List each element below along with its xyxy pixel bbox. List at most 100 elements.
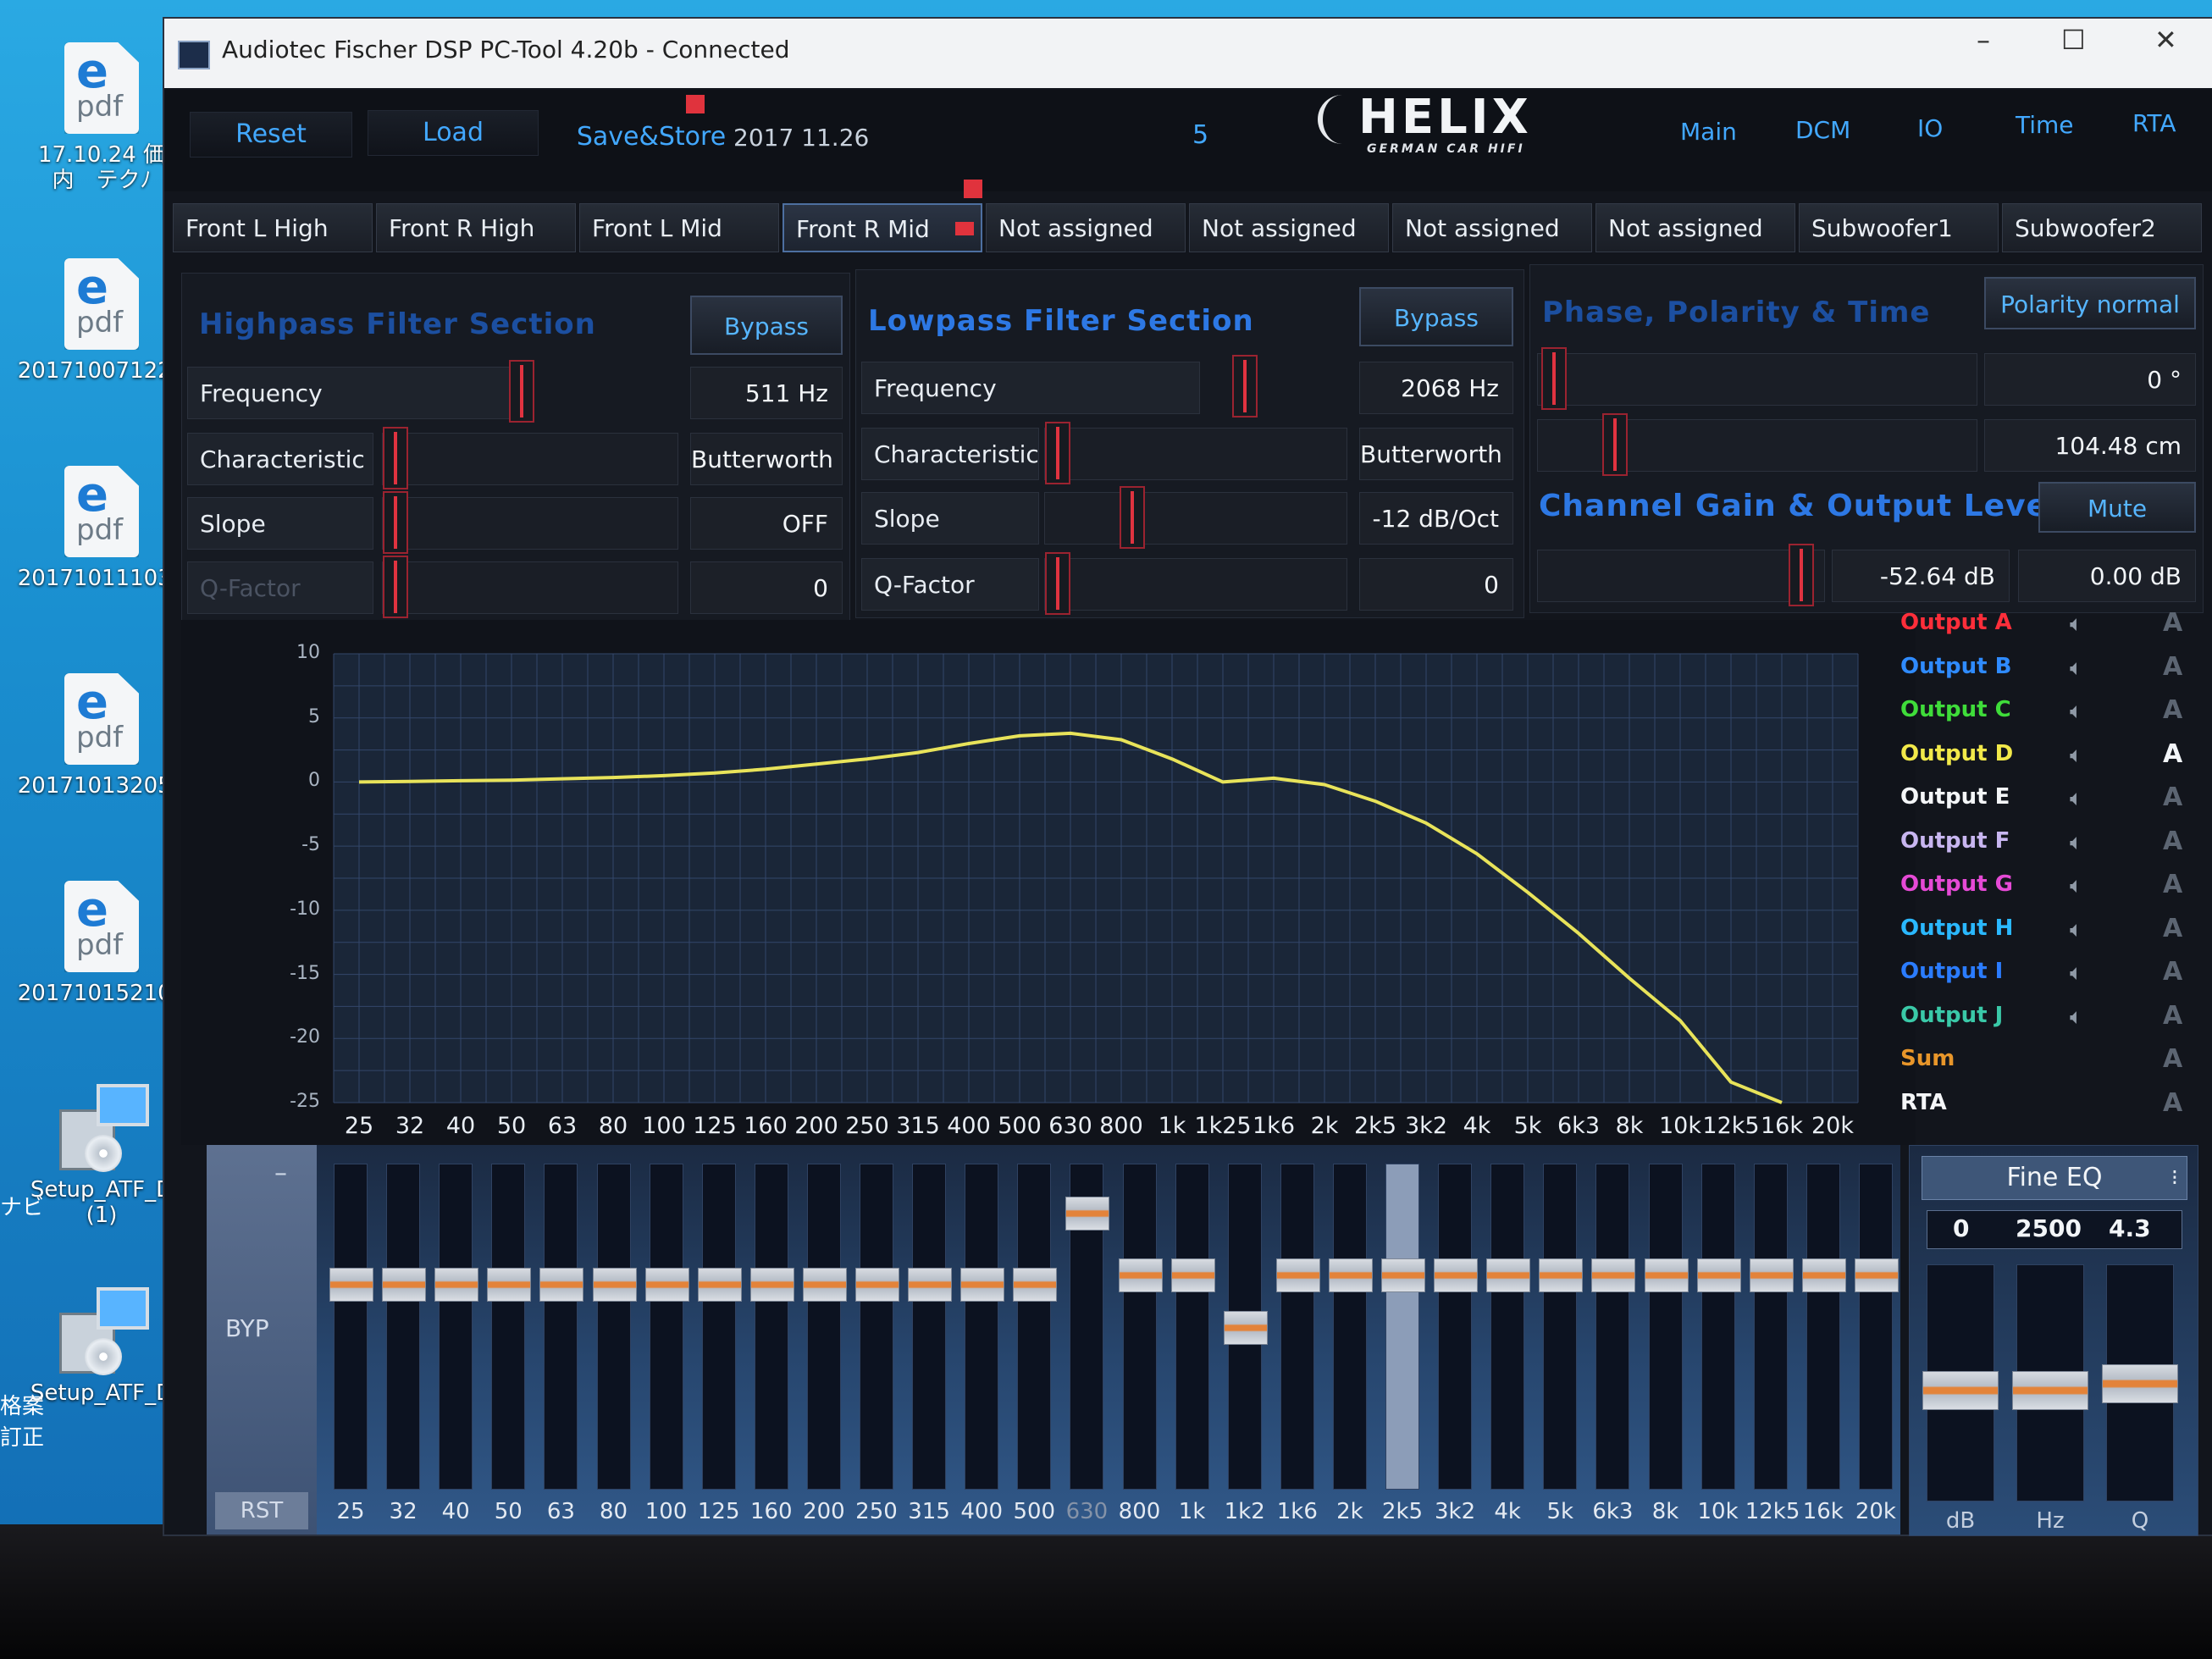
lowpass-characteristic-value[interactable]: Butterworth xyxy=(1359,428,1513,480)
eq-band-thumb[interactable] xyxy=(1118,1258,1163,1292)
output-a-toggle[interactable]: A xyxy=(2163,739,2182,769)
eq-band-thumb[interactable] xyxy=(1223,1310,1268,1345)
speaker-icon[interactable]: 🔈︎ xyxy=(2070,699,2083,725)
output-row[interactable]: Output A 🔈︎ A xyxy=(1900,603,2188,645)
fine-eq-hz-slider[interactable] xyxy=(2012,1264,2088,1501)
output-row[interactable]: Output I 🔈︎ A xyxy=(1900,952,2188,994)
output-row[interactable]: Sum A xyxy=(1900,1039,2188,1081)
speaker-icon[interactable]: 🔈︎ xyxy=(2070,830,2083,856)
eq-band-slider[interactable] xyxy=(382,1164,427,1490)
eq-band-thumb[interactable] xyxy=(1381,1258,1425,1292)
eq-band-thumb[interactable] xyxy=(855,1268,899,1302)
eq-band-thumb[interactable] xyxy=(539,1268,584,1302)
slider-thumb[interactable] xyxy=(1045,552,1070,615)
eq-band-slider[interactable] xyxy=(960,1164,1005,1490)
polarity-button[interactable]: Polarity normal xyxy=(1984,277,2196,329)
fine-eq-db-value[interactable]: 0 xyxy=(1953,1214,1969,1242)
channel-tab[interactable]: Not assigned xyxy=(1595,203,1795,252)
eq-band-slider[interactable] xyxy=(1539,1164,1584,1490)
lowpass-frequency-value[interactable]: 2068 Hz xyxy=(1359,362,1513,414)
channel-tab[interactable]: Subwoofer1 xyxy=(1799,203,1999,252)
speaker-icon[interactable]: 🔈︎ xyxy=(2070,960,2083,987)
channel-tab[interactable]: Front R High xyxy=(376,203,576,252)
eq-band-slider[interactable] xyxy=(855,1164,899,1490)
mute-button[interactable]: Mute xyxy=(2038,482,2196,533)
eq-band-thumb[interactable] xyxy=(1696,1258,1741,1292)
output-row[interactable]: Output C 🔈︎ A xyxy=(1900,690,2188,733)
output-a-toggle[interactable]: A xyxy=(2163,1001,2182,1031)
slider-thumb[interactable] xyxy=(1045,422,1070,484)
eq-band-slider[interactable] xyxy=(1749,1164,1794,1490)
speaker-icon[interactable]: 🔈︎ xyxy=(2070,1004,2083,1031)
fine-eq-thumb[interactable] xyxy=(1922,1371,1999,1411)
eq-band-thumb[interactable] xyxy=(908,1268,953,1302)
eq-band-slider[interactable] xyxy=(1275,1164,1320,1490)
gain-slider[interactable] xyxy=(1537,544,1825,606)
eq-band-slider[interactable] xyxy=(592,1164,637,1490)
fine-eq-db-slider[interactable] xyxy=(1922,1264,1999,1501)
highpass-frequency-slider[interactable] xyxy=(399,360,678,423)
output-name[interactable]: Sum xyxy=(1900,1046,1955,1071)
lowpass-qfactor-slider[interactable] xyxy=(1044,552,1347,615)
desktop-icon[interactable]: e pdf 201710132054 xyxy=(17,673,186,799)
nav-rta[interactable]: RTA xyxy=(2132,102,2176,146)
eq-band-slider[interactable] xyxy=(1854,1164,1899,1490)
highpass-frequency-value[interactable]: 511 Hz xyxy=(690,367,843,419)
eq-band-slider[interactable] xyxy=(697,1164,742,1490)
lowpass-qfactor-value[interactable]: 0 xyxy=(1359,558,1513,611)
highpass-qfactor-slider[interactable] xyxy=(382,556,678,618)
eq-band-thumb[interactable] xyxy=(1170,1258,1215,1292)
desktop-icon[interactable]: e pdf 17.10.24 価 内 テクﾉ xyxy=(17,42,186,193)
speaker-icon[interactable]: 🔈︎ xyxy=(2070,873,2083,899)
close-button[interactable]: ✕ xyxy=(2154,24,2177,56)
highpass-qfactor-value[interactable]: 0 xyxy=(690,561,843,614)
eq-band-slider[interactable] xyxy=(802,1164,847,1490)
eq-band-thumb[interactable] xyxy=(1539,1258,1584,1292)
gain-value[interactable]: -52.64 dB xyxy=(1832,550,2010,602)
time-slider[interactable] xyxy=(1537,413,1977,476)
output-a-toggle[interactable]: A xyxy=(2163,782,2182,812)
eq-band-slider[interactable] xyxy=(1591,1164,1636,1490)
lowpass-slope-slider[interactable] xyxy=(1044,486,1347,549)
output-name[interactable]: Output I xyxy=(1900,959,2003,984)
speaker-icon[interactable]: 🔈︎ xyxy=(2070,786,2083,812)
eq-reset-button[interactable]: RST xyxy=(215,1492,308,1529)
channel-tab[interactable]: Front L Mid xyxy=(579,203,779,252)
output-a-toggle[interactable]: A xyxy=(2163,1088,2182,1118)
phase-slider[interactable] xyxy=(1537,347,1977,410)
highpass-characteristic-slider[interactable] xyxy=(382,427,678,489)
eq-band-thumb[interactable] xyxy=(1644,1258,1689,1292)
eq-band-thumb[interactable] xyxy=(644,1268,689,1302)
output-a-toggle[interactable]: A xyxy=(2163,870,2182,899)
highpass-slope-slider[interactable] xyxy=(382,491,678,554)
slider-thumb[interactable] xyxy=(1541,347,1567,410)
output-name[interactable]: Output A xyxy=(1900,610,2012,635)
eq-collapse-button[interactable]: – xyxy=(274,1159,287,1188)
eq-band-slider[interactable] xyxy=(434,1164,479,1490)
eq-band-thumb[interactable] xyxy=(802,1268,847,1302)
eq-band-slider[interactable] xyxy=(1381,1164,1425,1490)
output-a-toggle[interactable]: A xyxy=(2163,957,2182,987)
eq-band-slider[interactable] xyxy=(644,1164,689,1490)
preset-number[interactable]: 5 xyxy=(1192,120,1208,150)
eq-mode-select[interactable]: Fine EQ ⁝ xyxy=(1922,1156,2187,1200)
highpass-bypass-button[interactable]: Bypass xyxy=(690,296,843,355)
minimize-button[interactable]: – xyxy=(1977,24,1990,56)
eq-band-thumb[interactable] xyxy=(1434,1258,1479,1292)
time-value[interactable]: 104.48 cm xyxy=(1984,419,2196,472)
speaker-icon[interactable]: 🔈︎ xyxy=(2070,743,2083,769)
fine-eq-thumb[interactable] xyxy=(2012,1371,2088,1411)
save-store-button[interactable]: Save&Store xyxy=(554,115,749,159)
reset-button[interactable]: Reset xyxy=(190,112,352,158)
nav-main[interactable]: Main xyxy=(1680,110,1737,154)
channel-tab[interactable]: Not assigned xyxy=(986,203,1186,252)
eq-band-slider[interactable] xyxy=(749,1164,794,1490)
nav-io[interactable]: IO xyxy=(1917,107,1943,151)
speaker-icon[interactable]: 🔈︎ xyxy=(2070,917,2083,943)
slider-thumb[interactable] xyxy=(1120,486,1145,549)
eq-band-thumb[interactable] xyxy=(960,1268,1005,1302)
eq-band-thumb[interactable] xyxy=(592,1268,637,1302)
channel-tab[interactable]: Not assigned xyxy=(1189,203,1389,252)
desktop-icon[interactable]: e pdf 201710152105 xyxy=(17,881,186,1006)
lowpass-bypass-button[interactable]: Bypass xyxy=(1359,287,1513,346)
